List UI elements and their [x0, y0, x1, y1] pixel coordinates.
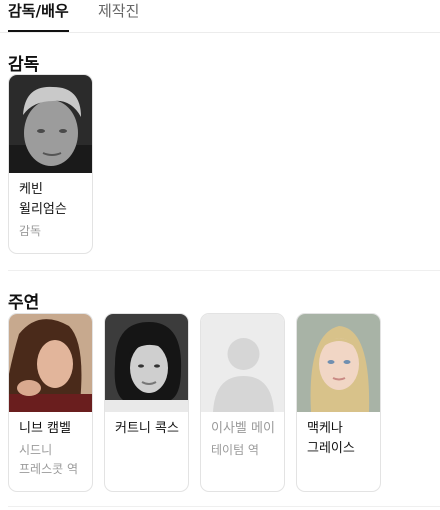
person-role: 테이텀 역	[211, 443, 259, 457]
section-title-director: 감독	[8, 55, 40, 75]
person-name: 이사벨 메이	[211, 421, 275, 436]
person-card-lead-2[interactable]: 커트니 콕스	[104, 313, 189, 492]
section-title-lead: 주연	[8, 293, 40, 313]
lead-4-photo-icon	[297, 314, 380, 412]
director-photo-icon	[9, 75, 92, 173]
divider	[8, 270, 440, 271]
person-name: 케빈 윌리엄슨	[19, 182, 67, 217]
person-photo	[9, 314, 92, 412]
person-name: 니브 캠벨	[19, 421, 71, 436]
person-photo	[105, 314, 188, 412]
person-photo	[9, 75, 92, 173]
person-placeholder-icon	[201, 314, 284, 412]
person-card-director[interactable]: 케빈 윌리엄슨 감독	[8, 74, 93, 254]
person-card-lead-4[interactable]: 맥케나 그레이스	[296, 313, 381, 492]
person-photo	[297, 314, 380, 412]
person-name: 맥케나 그레이스	[307, 421, 355, 456]
person-card-lead-3[interactable]: 이사벨 메이 테이텀 역	[200, 313, 285, 492]
lead-1-photo-icon	[9, 314, 92, 412]
person-card-lead-1[interactable]: 니브 캠벨 시드니 프레스콧 역	[8, 313, 93, 492]
lead-2-photo-icon	[105, 314, 188, 412]
person-name: 커트니 콕스	[115, 421, 179, 436]
tab-crew[interactable]: 제작진	[98, 0, 139, 32]
person-role: 감독	[19, 224, 42, 238]
person-role: 시드니 프레스콧 역	[19, 443, 79, 476]
tab-bar: 감독/배우 제작진	[0, 0, 440, 33]
tab-cast[interactable]: 감독/배우	[8, 0, 69, 32]
person-photo	[201, 314, 284, 412]
divider	[8, 506, 440, 507]
